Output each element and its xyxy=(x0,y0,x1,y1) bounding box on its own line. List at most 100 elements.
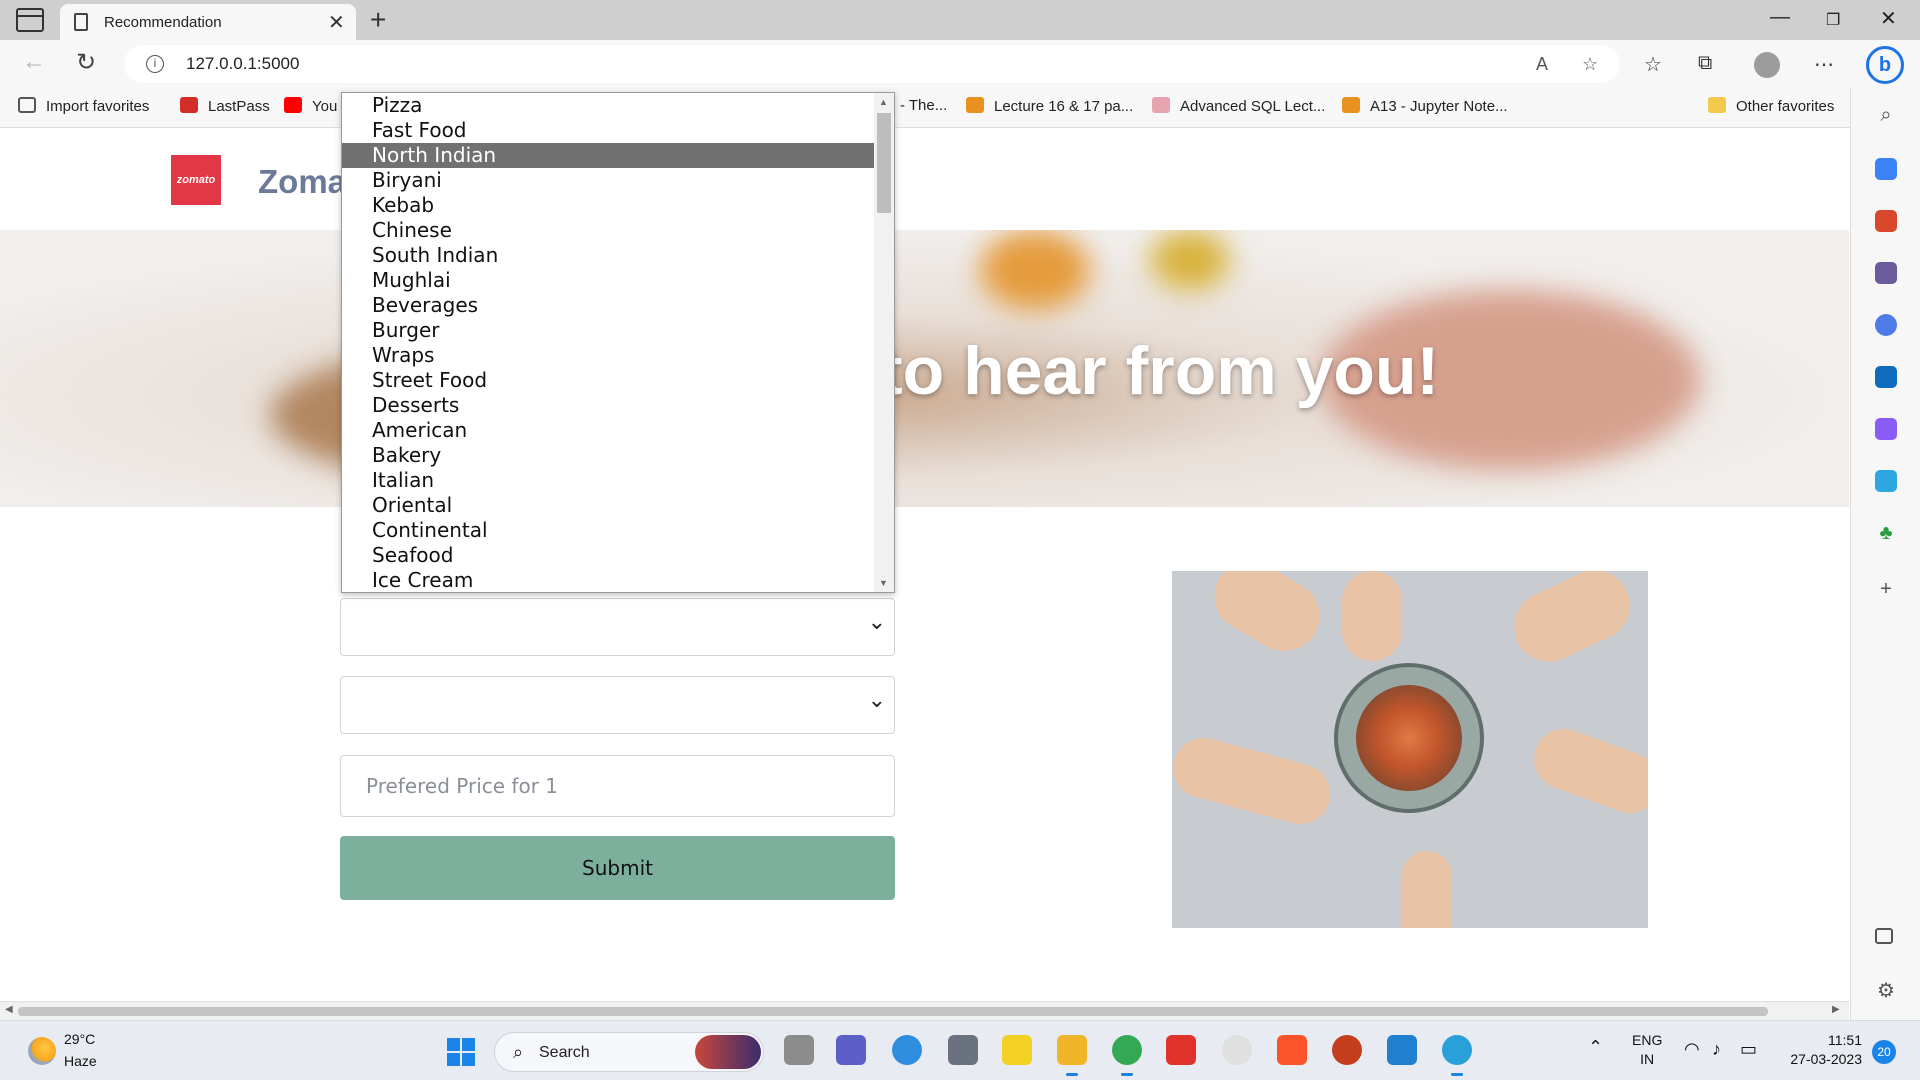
scroll-up-arrow-icon[interactable]: ▲ xyxy=(879,97,888,107)
horizontal-scrollbar[interactable]: ◀ ▶ xyxy=(0,1001,1849,1020)
page-icon xyxy=(74,13,88,31)
cuisine-dropdown-list[interactable]: Pizza Fast Food North Indian Biryani Kebab Ch… xyxy=(341,92,895,593)
dropdown-option[interactable]: Fast Food xyxy=(342,118,894,143)
battery-icon[interactable]: ▭ xyxy=(1740,1039,1757,1060)
minimize-icon[interactable]: — xyxy=(1770,6,1790,29)
games-icon[interactable] xyxy=(1875,262,1897,284)
dropdown-option[interactable]: Desserts xyxy=(342,393,894,418)
address-bar[interactable]: i 127.0.0.1:5000 A ☆ xyxy=(124,45,1620,83)
favorite-the[interactable]: - The... xyxy=(900,97,947,114)
dropdown-option[interactable]: Mughlai xyxy=(342,268,894,293)
dropdown-option[interactable]: Chinese xyxy=(342,218,894,243)
tab-actions-icon[interactable] xyxy=(16,8,44,32)
tray-overflow-icon[interactable]: ⌃ xyxy=(1588,1037,1603,1058)
brave-icon[interactable] xyxy=(1277,1035,1307,1065)
photo-plate xyxy=(1334,663,1484,813)
designer-icon[interactable] xyxy=(1875,418,1897,440)
dropdown-option[interactable]: Ice Cream xyxy=(342,568,894,592)
dropdown-option[interactable]: Bakery xyxy=(342,443,894,468)
scrollbar-thumb[interactable] xyxy=(877,113,891,213)
dropdown-option[interactable]: Street Food xyxy=(342,368,894,393)
system-clock[interactable]: 11:51 27-03-2023 xyxy=(1780,1031,1862,1069)
back-arrow-icon[interactable]: ← xyxy=(22,48,46,76)
tools-icon[interactable] xyxy=(1875,210,1897,232)
maximize-icon[interactable]: ❐ xyxy=(1826,10,1840,30)
reload-icon[interactable]: ↻ xyxy=(76,48,96,77)
close-window-icon[interactable]: ✕ xyxy=(1880,6,1897,31)
powerpoint-icon[interactable] xyxy=(1332,1035,1362,1065)
profile-avatar-icon[interactable] xyxy=(1754,52,1780,78)
teams-chat-icon[interactable] xyxy=(836,1035,866,1065)
read-aloud-icon[interactable]: A xyxy=(1536,54,1548,75)
dropdown-option[interactable]: Wraps xyxy=(342,343,894,368)
bing-chat-icon[interactable]: b xyxy=(1866,46,1904,84)
calculator-icon[interactable] xyxy=(948,1035,978,1065)
weather-icon[interactable] xyxy=(28,1037,56,1065)
favorites-icon[interactable]: ☆ xyxy=(1644,52,1662,77)
taskbar-search[interactable]: ⌕ Search xyxy=(494,1032,764,1072)
shopping-tag-icon[interactable] xyxy=(1875,158,1897,180)
add-sidebar-icon[interactable]: + xyxy=(1875,578,1897,600)
wifi-icon[interactable]: ◠ xyxy=(1684,1039,1700,1060)
browser-tab[interactable]: Recommendation ✕ xyxy=(60,4,356,40)
dropdown-option[interactable]: Pizza xyxy=(342,93,894,118)
add-favorite-icon[interactable]: ☆ xyxy=(1582,54,1598,75)
dropdown-option[interactable]: Italian xyxy=(342,468,894,493)
dropdown-option[interactable]: Oriental xyxy=(342,493,894,518)
language-indicator[interactable]: ENG IN xyxy=(1632,1031,1662,1069)
outlook-icon[interactable] xyxy=(1875,366,1897,388)
horizontal-scrollbar-thumb[interactable] xyxy=(18,1007,1768,1016)
other-favorites[interactable]: Other favorites xyxy=(1708,97,1834,115)
anydesk-icon[interactable] xyxy=(1166,1035,1196,1065)
site-info-icon[interactable]: i xyxy=(146,55,164,73)
scroll-right-arrow-icon[interactable]: ▶ xyxy=(1832,1004,1840,1015)
dropdown-option[interactable]: Seafood xyxy=(342,543,894,568)
search-icon[interactable]: ⌕ xyxy=(1875,104,1897,126)
scroll-down-arrow-icon[interactable]: ▼ xyxy=(879,578,888,588)
tab-close-icon[interactable]: ✕ xyxy=(328,10,345,35)
dropdown-option[interactable]: Continental xyxy=(342,518,894,543)
dropdown-option[interactable]: Beverages xyxy=(342,293,894,318)
url-text[interactable]: 127.0.0.1:5000 xyxy=(186,54,299,74)
slack-icon[interactable] xyxy=(1222,1035,1252,1065)
weather-condition[interactable]: Haze xyxy=(64,1053,97,1069)
submit-button[interactable]: Submit xyxy=(340,836,895,900)
microsoft365-icon[interactable] xyxy=(1875,314,1897,336)
location-select[interactable] xyxy=(340,676,895,734)
dropdown-scrollbar[interactable]: ▲ ▼ xyxy=(874,93,894,592)
sidebar-panel-icon[interactable] xyxy=(1875,928,1893,944)
help-icon[interactable] xyxy=(892,1035,922,1065)
tree-icon[interactable]: ♣ xyxy=(1875,522,1897,544)
dropdown-option[interactable]: Kebab xyxy=(342,193,894,218)
edge-icon[interactable] xyxy=(1442,1035,1472,1076)
scroll-left-arrow-icon[interactable]: ◀ xyxy=(5,1004,13,1015)
dropdown-option[interactable]: American xyxy=(342,418,894,443)
dropdown-option[interactable]: South Indian xyxy=(342,243,894,268)
price-input[interactable] xyxy=(340,755,895,817)
dropdown-option[interactable]: Burger xyxy=(342,318,894,343)
weather-temperature[interactable]: 29°C xyxy=(64,1031,95,1047)
favorite-lecture[interactable]: Lecture 16 & 17 pa... xyxy=(966,97,1133,115)
favorite-import[interactable]: Import favorites xyxy=(18,97,149,115)
collections-icon[interactable]: ⧉ xyxy=(1698,52,1712,75)
notification-count-badge[interactable]: 20 xyxy=(1872,1040,1896,1064)
zomato-logo[interactable]: zomato xyxy=(171,155,221,205)
dropdown-option[interactable]: North Indian xyxy=(342,143,875,168)
chrome-icon[interactable] xyxy=(1112,1035,1142,1076)
cuisine-select[interactable] xyxy=(340,598,895,656)
favorite-jupyter[interactable]: A13 - Jupyter Note... xyxy=(1342,97,1508,115)
settings-gear-icon[interactable]: ⚙ xyxy=(1875,980,1897,1002)
new-tab-icon[interactable]: + xyxy=(370,4,386,36)
volume-icon[interactable]: ♪ xyxy=(1712,1039,1721,1060)
send-icon[interactable] xyxy=(1875,470,1897,492)
vscode-icon[interactable] xyxy=(1387,1035,1417,1065)
more-options-icon[interactable]: ⋯ xyxy=(1814,52,1834,77)
favorite-lastpass[interactable]: LastPass xyxy=(180,97,270,115)
favorite-youtube[interactable]: You xyxy=(284,97,337,115)
favorite-advanced-sql[interactable]: Advanced SQL Lect... xyxy=(1152,97,1325,115)
task-view-icon[interactable] xyxy=(784,1035,814,1065)
file-explorer-icon[interactable] xyxy=(1057,1035,1087,1076)
sticky-notes-icon[interactable] xyxy=(1002,1035,1032,1065)
dropdown-option[interactable]: Biryani xyxy=(342,168,894,193)
start-windows-icon[interactable] xyxy=(447,1038,475,1066)
